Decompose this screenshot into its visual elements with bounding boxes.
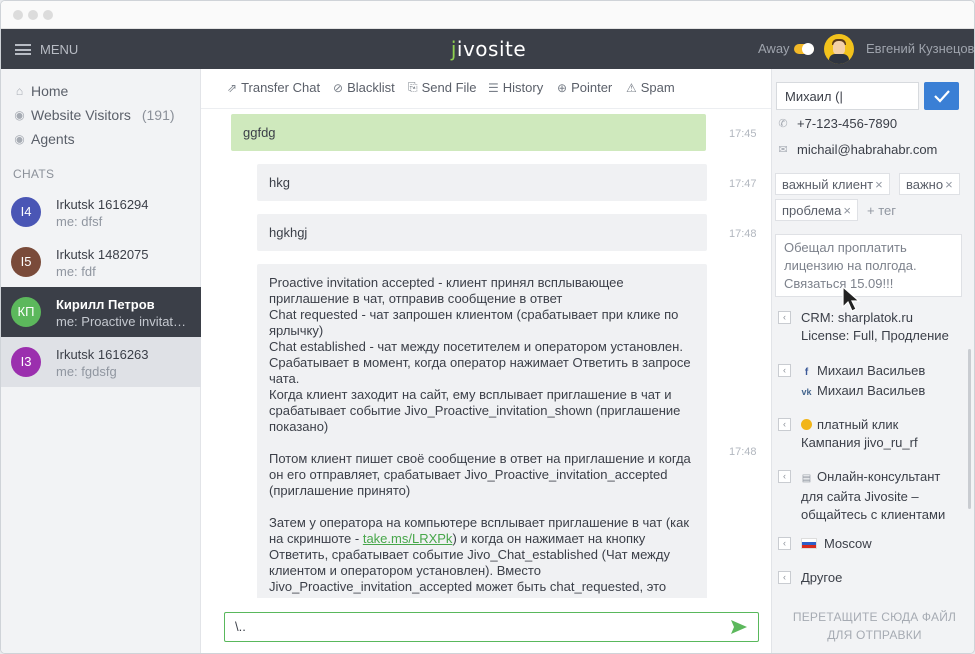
phone-icon: ✆	[778, 118, 788, 130]
message-time: 17:47	[729, 178, 757, 190]
mouse-cursor-icon	[842, 285, 861, 312]
chevron-left-icon[interactable]: ‹	[778, 418, 791, 431]
window-maximize-dot[interactable]	[43, 10, 53, 20]
chat-name: Irkutsk 1616294	[56, 197, 149, 212]
chat-preview: me: fdf	[56, 264, 96, 279]
add-tag-button[interactable]: + тег	[867, 203, 896, 218]
send-file-button[interactable]: ⎘ Send File	[408, 80, 477, 95]
status-toggle[interactable]	[794, 43, 814, 55]
remove-tag-icon[interactable]: ×	[875, 177, 883, 192]
chat-name: Irkutsk 1482075	[56, 247, 149, 262]
chat-toolbar: ⇗ Transfer Chat ⊘ Blacklist ⎘ Send File ☰ Hi…	[201, 69, 771, 109]
transfer-chat-button[interactable]: ⇗ Transfer Chat	[227, 80, 320, 95]
file-icon: ⎘	[408, 80, 418, 94]
chat-list-item-active[interactable]: КП Кирилл Петров me: Proactive invitatio…	[1, 287, 201, 337]
chat-avatar: КП	[11, 297, 41, 327]
chevron-left-icon[interactable]: ‹	[778, 364, 791, 377]
chat-name: Кирилл Петров	[56, 297, 155, 312]
visitors-icon: ◉	[14, 107, 25, 122]
coin-icon	[801, 419, 812, 430]
message-outgoing: ggfdg	[231, 114, 706, 151]
social-info[interactable]: ‹ f Михаил Васильев vk Михаил Васильев	[778, 362, 963, 401]
ad-source-info[interactable]: ‹ платный клик Кампания jivo_ru_rf	[778, 416, 963, 452]
chat-list-item[interactable]: I4 Irkutsk 1616294 me: dfsf	[1, 187, 201, 237]
agents-icon: ◉	[14, 131, 25, 146]
chevron-left-icon[interactable]: ‹	[778, 470, 791, 483]
top-bar: MENU jivosite Away Евгений Кузнецов	[1, 29, 974, 69]
facebook-icon: f	[804, 367, 809, 378]
chat-preview: me: Proactive invitation accepted	[56, 314, 188, 329]
file-drop-zone[interactable]: ПЕРЕТАЩИТЕ СЮДА ФАЙЛ ДЛЯ ОТПРАВКИ	[772, 608, 974, 644]
pointer-icon: ⊕	[557, 80, 568, 95]
check-icon	[934, 90, 950, 103]
chat-avatar: I4	[11, 197, 41, 227]
history-button[interactable]: ☰ History	[488, 80, 543, 95]
message-time: 17:45	[729, 128, 757, 140]
left-sidebar: ⌂ Home ◉ Website Visitors (191) ◉ Agents…	[1, 69, 201, 653]
chat-list-item[interactable]: I5 Irkutsk 1482075 me: fdf	[1, 237, 201, 287]
chat-preview: me: dfsf	[56, 214, 103, 229]
message-incoming-long: Proactive invitation accepted - клиент п…	[257, 264, 707, 598]
remove-tag-icon[interactable]: ×	[945, 177, 953, 192]
chat-list-item[interactable]: I3 Irkutsk 1616263 me: fgdsfg	[1, 337, 201, 387]
nav-website-visitors[interactable]: ◉ Website Visitors (191)	[13, 107, 175, 123]
window-minimize-dot[interactable]	[28, 10, 38, 20]
visitor-panel: ✆ +7-123-456-7890 ✉ michail@habrahabr.co…	[771, 69, 974, 653]
blacklist-icon: ⊘	[333, 80, 344, 95]
history-icon: ☰	[488, 80, 499, 95]
message-composer[interactable]	[224, 612, 759, 642]
nav-home[interactable]: ⌂ Home	[13, 83, 68, 99]
user-avatar[interactable]	[824, 34, 854, 64]
russia-flag-icon	[801, 538, 817, 549]
chevron-left-icon[interactable]: ‹	[778, 537, 791, 550]
visitor-email[interactable]: ✉ michail@habrahabr.com	[778, 142, 937, 157]
transfer-icon: ⇗	[227, 80, 238, 95]
page-info[interactable]: ‹ ▤ Онлайн-консультант для сайта Jivosite…	[778, 468, 963, 524]
tag-chip[interactable]: важный клиент ×	[775, 173, 890, 195]
message-time: 17:48	[729, 446, 757, 458]
chat-avatar: I3	[11, 347, 41, 377]
chat-preview: me: fgdsfg	[56, 364, 117, 379]
app-window: MENU jivosite Away Евгений Кузнецов ⌂ Ho…	[0, 0, 975, 654]
confirm-name-button[interactable]	[924, 82, 959, 110]
message-incoming: hkg	[257, 164, 707, 201]
visitor-name-input[interactable]	[776, 82, 919, 110]
spam-button[interactable]: ⚠ Spam	[626, 80, 675, 95]
message-list: ggfdg 17:45 hkg 17:47 hgkhgj 17:48 Proac…	[201, 110, 771, 598]
remove-tag-icon[interactable]: ×	[843, 203, 851, 218]
visitor-phone[interactable]: ✆ +7-123-456-7890	[778, 116, 897, 131]
warning-icon: ⚠	[626, 80, 637, 95]
tag-chip[interactable]: важно ×	[899, 173, 960, 195]
message-input[interactable]	[235, 619, 705, 634]
chevron-left-icon[interactable]: ‹	[778, 571, 791, 584]
blacklist-button[interactable]: ⊘ Blacklist	[333, 80, 395, 95]
home-icon: ⌂	[15, 83, 24, 98]
user-name[interactable]: Евгений Кузнецов	[866, 41, 974, 56]
visitors-count: (191)	[141, 107, 175, 123]
send-icon[interactable]	[730, 619, 748, 635]
other-info[interactable]: ‹ Другое	[778, 569, 963, 587]
chevron-left-icon[interactable]: ‹	[778, 311, 791, 324]
message-time: 17:48	[729, 228, 757, 240]
nav-agents[interactable]: ◉ Agents	[13, 131, 74, 147]
chat-avatar: I5	[11, 247, 41, 277]
pointer-button[interactable]: ⊕ Pointer	[557, 80, 612, 95]
chat-area: ⇗ Transfer Chat ⊘ Blacklist ⎘ Send File ☰ Hi…	[201, 69, 771, 653]
panel-scrollbar[interactable]	[968, 349, 971, 509]
vk-icon: vk	[801, 387, 812, 397]
window-titlebar	[1, 1, 974, 29]
chats-heading: CHATS	[13, 167, 55, 181]
location-info[interactable]: ‹ Moscow	[778, 535, 963, 553]
document-icon: ▤	[801, 473, 812, 484]
message-link[interactable]: take.ms/LRXPk	[363, 531, 453, 546]
status-label: Away	[758, 41, 790, 56]
tag-chip[interactable]: проблема ×	[775, 199, 858, 221]
mail-icon: ✉	[778, 144, 788, 156]
window-close-dot[interactable]	[13, 10, 23, 20]
chat-name: Irkutsk 1616263	[56, 347, 149, 362]
message-incoming: hgkhgj	[257, 214, 707, 251]
